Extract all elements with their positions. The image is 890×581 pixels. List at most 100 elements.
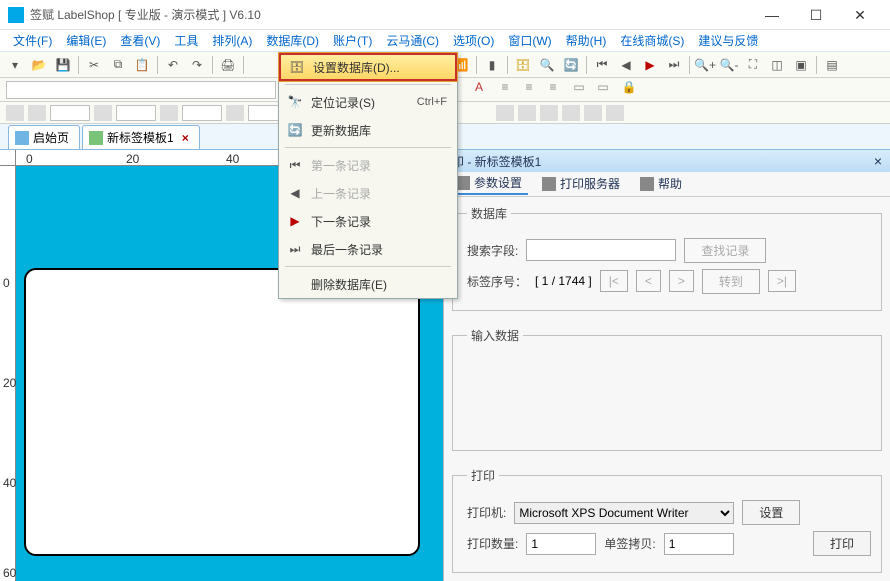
search-field-input[interactable] bbox=[526, 239, 676, 261]
menu-locate-record[interactable]: 🔭 定位记录(S) Ctrl+F bbox=[279, 88, 457, 116]
menu-feedback[interactable]: 建议与反馈 bbox=[691, 30, 765, 51]
menu-last-record[interactable]: ⏭ 最后一条记录 bbox=[279, 235, 457, 263]
minimize-button[interactable]: — bbox=[750, 0, 794, 30]
align-icon[interactable] bbox=[562, 105, 580, 121]
zoom-page-icon[interactable]: ▣ bbox=[790, 54, 812, 76]
align-right-icon[interactable]: ≡ bbox=[542, 80, 564, 100]
nav-last-button[interactable]: >| bbox=[768, 270, 796, 292]
nav-next-button[interactable]: > bbox=[669, 270, 694, 292]
layout-icon[interactable] bbox=[94, 105, 112, 121]
menu-set-database[interactable]: 🗄 设置数据库(D)... bbox=[279, 53, 457, 81]
menu-store[interactable]: 在线商城(S) bbox=[613, 30, 691, 51]
nav-prev-button[interactable]: < bbox=[636, 270, 661, 292]
layout-icon[interactable] bbox=[28, 105, 46, 121]
menu-first-record[interactable]: ⏮ 第一条记录 bbox=[279, 151, 457, 179]
refresh-icon[interactable]: 🔄 bbox=[560, 54, 582, 76]
menu-prev-record[interactable]: ◀ 上一条记录 bbox=[279, 179, 457, 207]
side-tab-param[interactable]: 参数设置 bbox=[450, 172, 528, 195]
new-icon[interactable]: ▾ bbox=[4, 54, 26, 76]
copy-icon[interactable]: ⧉ bbox=[107, 54, 129, 76]
find-icon[interactable]: 🔍 bbox=[536, 54, 558, 76]
lock-icon[interactable]: 🔒 bbox=[618, 80, 640, 100]
goto-button[interactable]: 转到 bbox=[702, 269, 760, 294]
redo-icon[interactable]: ↷ bbox=[186, 54, 208, 76]
font-name-input[interactable] bbox=[6, 81, 276, 99]
tab-close-icon[interactable]: × bbox=[182, 131, 189, 145]
nav-prev-icon[interactable]: ◀ bbox=[615, 54, 637, 76]
menu-options[interactable]: 选项(O) bbox=[446, 30, 501, 51]
layout-icon[interactable] bbox=[160, 105, 178, 121]
save-icon[interactable]: 💾 bbox=[52, 54, 74, 76]
tab-template[interactable]: 新标签模板1 × bbox=[82, 125, 200, 149]
title-bar: 签赋 LabelShop [ 专业版 - 演示模式 ] V6.10 — ☐ ✕ bbox=[0, 0, 890, 30]
nav-last-icon[interactable]: ⏭ bbox=[663, 54, 685, 76]
side-close-icon[interactable]: × bbox=[874, 153, 882, 169]
print-icon[interactable]: 🖨 bbox=[217, 54, 239, 76]
menu-help[interactable]: 帮助(H) bbox=[559, 30, 614, 51]
open-icon[interactable]: 📂 bbox=[28, 54, 50, 76]
menu-next-record[interactable]: ▶ 下一条记录 bbox=[279, 207, 457, 235]
panel-icon[interactable]: ▤ bbox=[821, 54, 843, 76]
align-icon[interactable] bbox=[606, 105, 624, 121]
menu-database[interactable]: 数据库(D) bbox=[259, 30, 326, 51]
label-canvas[interactable] bbox=[24, 268, 420, 556]
tab-start[interactable]: 启始页 bbox=[8, 125, 80, 149]
last-icon: ⏭ bbox=[287, 241, 303, 257]
pos-x-input[interactable] bbox=[50, 105, 90, 121]
side-tab-help[interactable]: 帮助 bbox=[634, 173, 688, 194]
menu-edit[interactable]: 编辑(E) bbox=[59, 30, 113, 51]
printer-icon bbox=[542, 177, 556, 191]
paste-icon[interactable]: 📋 bbox=[131, 54, 153, 76]
nav-next-icon[interactable]: ▶ bbox=[639, 54, 661, 76]
db-icon[interactable]: 🗄 bbox=[512, 54, 534, 76]
print-legend: 打印 bbox=[467, 467, 499, 484]
cut-icon[interactable]: ✂ bbox=[83, 54, 105, 76]
layout-icon[interactable] bbox=[6, 105, 24, 121]
undo-icon[interactable]: ↶ bbox=[162, 54, 184, 76]
menu-arrange[interactable]: 排列(A) bbox=[205, 30, 259, 51]
close-button[interactable]: ✕ bbox=[838, 0, 882, 30]
menu-tools[interactable]: 工具 bbox=[167, 30, 205, 51]
menu-delete-database[interactable]: 删除数据库(E) bbox=[279, 270, 457, 298]
align-icon[interactable] bbox=[518, 105, 536, 121]
qty-input[interactable] bbox=[526, 533, 596, 555]
zoom-fit-icon[interactable]: ⛶ bbox=[742, 54, 764, 76]
qty-label: 打印数量: bbox=[467, 535, 518, 552]
maximize-button[interactable]: ☐ bbox=[794, 0, 838, 30]
font-color-icon[interactable]: A bbox=[468, 80, 490, 100]
side-tab-server[interactable]: 打印服务器 bbox=[536, 173, 626, 194]
menu-bar: 文件(F) 编辑(E) 查看(V) 工具 排列(A) 数据库(D) 账户(T) … bbox=[0, 30, 890, 52]
print-button[interactable]: 打印 bbox=[813, 531, 871, 556]
zoom-sel-icon[interactable]: ◫ bbox=[766, 54, 788, 76]
text-tool2-icon[interactable]: ▭ bbox=[592, 80, 614, 100]
align-left-icon[interactable]: ≡ bbox=[494, 80, 516, 100]
ruler-corner bbox=[0, 150, 16, 166]
printer-setup-button[interactable]: 设置 bbox=[742, 500, 800, 525]
text-tool-icon[interactable]: ▭ bbox=[568, 80, 590, 100]
pos-y-input[interactable] bbox=[116, 105, 156, 121]
printer-select[interactable]: Microsoft XPS Document Writer bbox=[514, 502, 734, 524]
menu-account[interactable]: 账户(T) bbox=[326, 30, 379, 51]
align-center-icon[interactable]: ≡ bbox=[518, 80, 540, 100]
database-dropdown: 🗄 设置数据库(D)... 🔭 定位记录(S) Ctrl+F 🔄 更新数据库 ⏮… bbox=[278, 52, 458, 299]
database-legend: 数据库 bbox=[467, 205, 511, 222]
align-icon[interactable] bbox=[584, 105, 602, 121]
copies-input[interactable] bbox=[664, 533, 734, 555]
menu-view[interactable]: 查看(V) bbox=[113, 30, 167, 51]
binoculars-icon: 🔭 bbox=[287, 94, 303, 110]
nav-first-icon[interactable]: ⏮ bbox=[591, 54, 613, 76]
database-icon: 🗄 bbox=[289, 59, 305, 75]
zoom-out-icon[interactable]: 🔍- bbox=[718, 54, 740, 76]
size-w-input[interactable] bbox=[182, 105, 222, 121]
align-icon[interactable] bbox=[496, 105, 514, 121]
nav-first-button[interactable]: |< bbox=[600, 270, 628, 292]
zoom-in-icon[interactable]: 🔍+ bbox=[694, 54, 716, 76]
tool-icon[interactable]: ▮ bbox=[481, 54, 503, 76]
menu-refresh-database[interactable]: 🔄 更新数据库 bbox=[279, 116, 457, 144]
menu-file[interactable]: 文件(F) bbox=[6, 30, 59, 51]
menu-cloud[interactable]: 云马通(C) bbox=[379, 30, 446, 51]
search-button[interactable]: 查找记录 bbox=[684, 238, 766, 263]
align-icon[interactable] bbox=[540, 105, 558, 121]
menu-window[interactable]: 窗口(W) bbox=[501, 30, 558, 51]
layout-icon[interactable] bbox=[226, 105, 244, 121]
